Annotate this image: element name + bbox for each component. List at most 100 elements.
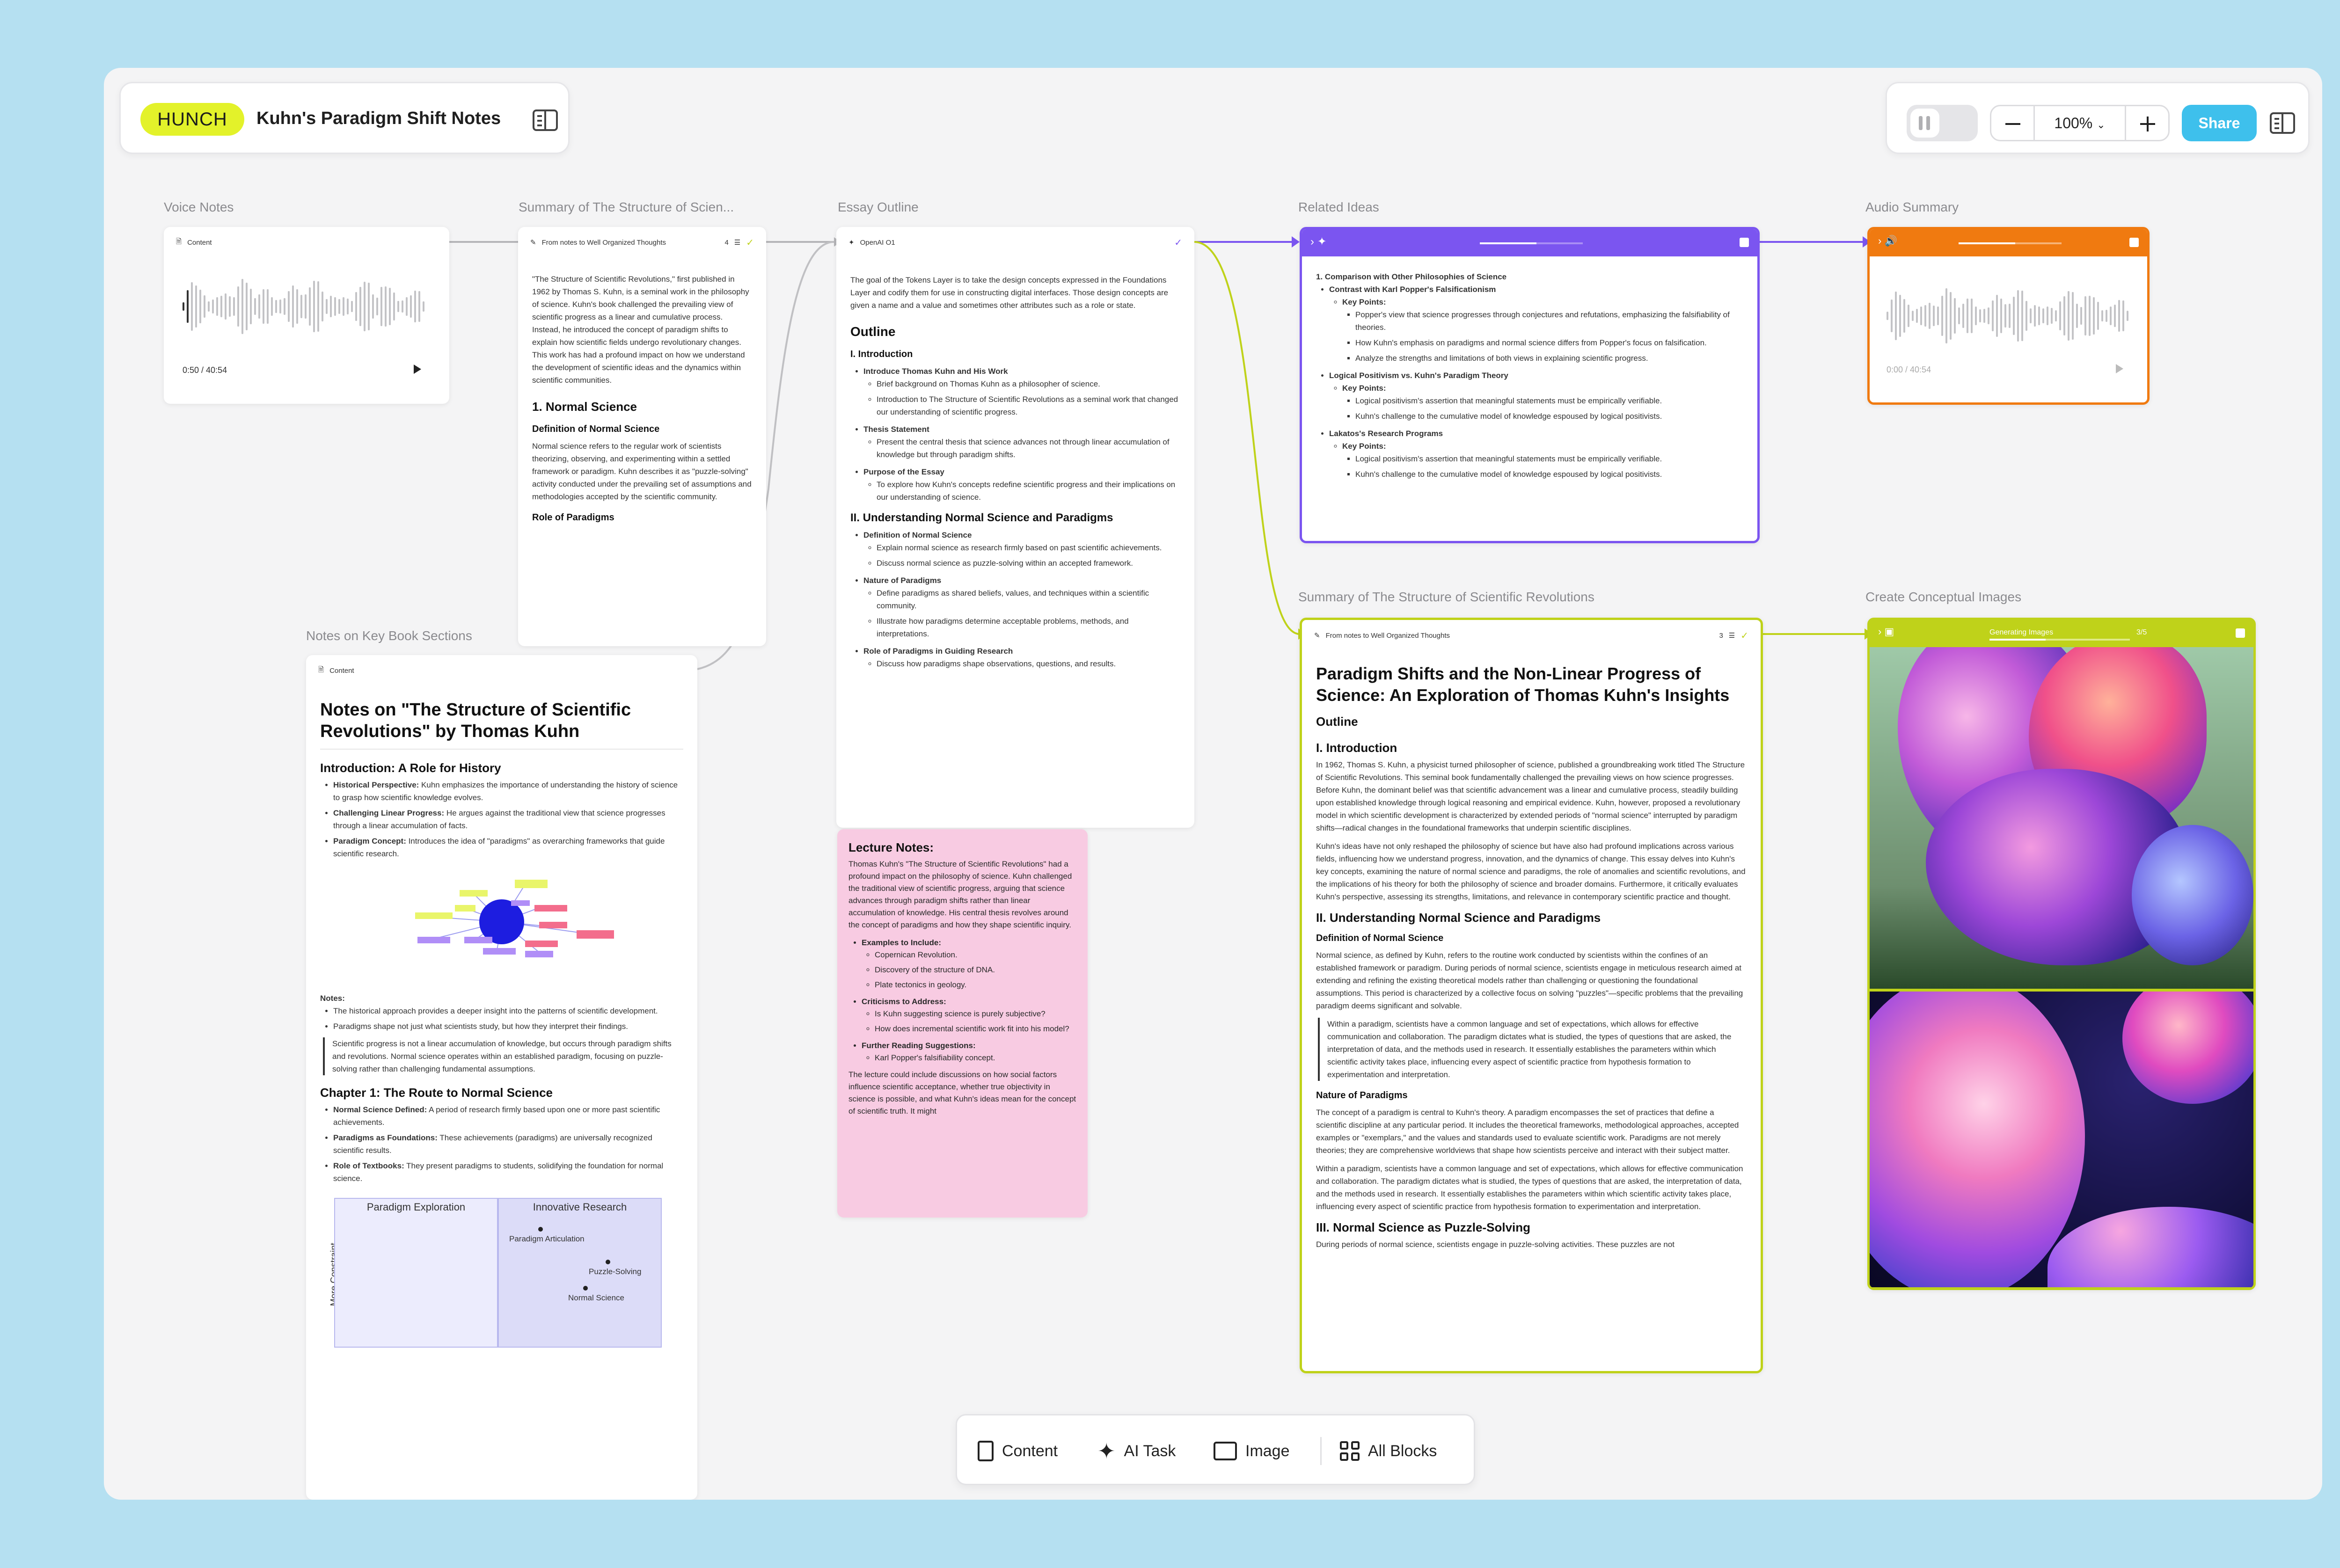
add-content-button[interactable]: Content <box>978 1436 1058 1466</box>
label-essay-outline: Essay Outline <box>838 200 919 214</box>
waveform[interactable] <box>1887 288 2128 343</box>
card-tag: Content <box>329 666 354 675</box>
waveform-bar <box>258 294 260 319</box>
card-tag: From notes to Well Organized Thoughts <box>541 238 666 247</box>
generated-image-1[interactable] <box>1870 647 2253 989</box>
play-icon[interactable] <box>2116 364 2123 373</box>
waveform-bar <box>1920 306 1922 325</box>
label-audio-summary: Audio Summary <box>1865 200 1959 214</box>
add-image-button[interactable]: Image <box>1214 1436 1290 1466</box>
waveform-bar <box>380 287 382 326</box>
waveform-bar <box>317 281 319 332</box>
quadrant-point-label: Normal Science <box>568 1293 624 1302</box>
waveform-bar <box>397 301 399 312</box>
conceptual-images-card[interactable]: › ▣ Generating Images 3/5 <box>1867 618 2256 1290</box>
waveform-bar <box>1908 305 1909 327</box>
canvas[interactable]: HUNCH Kuhn's Paradigm Shift Notes 100% ⌄… <box>104 68 2322 1500</box>
label-notes-key-sections: Notes on Key Book Sections <box>306 628 472 643</box>
waveform-bar <box>2004 304 2006 328</box>
add-image-label: Image <box>1245 1442 1290 1460</box>
waveform-bar <box>389 287 391 326</box>
waveform-bar <box>208 301 210 312</box>
progress-bar <box>1989 639 2130 641</box>
waveform-bar <box>423 301 424 312</box>
notes-card[interactable]: 🗎 Content Notes on "The Structure of Scie… <box>306 655 697 1500</box>
related-ideas-card[interactable]: › ✦ 1. Comparison with Other Philosophie… <box>1300 227 1760 543</box>
blockquote: Within a paradigm, scientists have a com… <box>1318 1018 1747 1081</box>
waveform-bar <box>2063 296 2065 336</box>
summary-card[interactable]: ✎ From notes to Well Organized Thoughts 4 ☰… <box>518 227 766 646</box>
waveform-bar <box>225 293 227 320</box>
stop-icon[interactable] <box>1740 238 1749 247</box>
all-blocks-label: All Blocks <box>1368 1442 1437 1460</box>
check-icon: ✓ <box>1740 630 1748 641</box>
list-icon: ☰ <box>1728 632 1735 640</box>
waveform-bar <box>237 286 239 327</box>
waveform-bar <box>229 296 231 317</box>
waveform-bar <box>305 294 307 319</box>
mind-map[interactable] <box>371 866 633 983</box>
waveform-bar <box>402 300 403 313</box>
summary-full-card[interactable]: ✎ From notes to Well Organized Thoughts 3 ☰… <box>1300 618 1763 1373</box>
waveform-bar <box>183 302 184 311</box>
waveform-bar <box>1967 298 1968 334</box>
waveform-bar <box>2101 310 2103 321</box>
waveform-bar <box>1929 302 1930 329</box>
waveform-bar <box>1954 298 1956 334</box>
grid-icon <box>1340 1441 1360 1461</box>
blockquote: Scientific progress is not a linear accu… <box>323 1037 683 1075</box>
generated-image-2[interactable] <box>1870 992 2253 1287</box>
waveform-bar <box>338 299 340 314</box>
magic-wand-icon: ✎ <box>530 239 536 247</box>
waveform-bar <box>385 286 387 327</box>
waveform-bar <box>1891 299 1893 332</box>
card-header: › 🔊 <box>1870 229 2147 256</box>
waveform-bar <box>1992 300 1994 332</box>
quadrant-title: Paradigm Exploration <box>366 1201 466 1213</box>
waveform-bar <box>191 282 193 331</box>
quadrant-point-label: Paradigm Articulation <box>509 1234 585 1243</box>
waveform-bar <box>1903 299 1905 333</box>
voice-notes-card[interactable]: 🗎 Content 0:50 / 40:54 <box>164 227 449 404</box>
lecture-notes-card[interactable]: Lecture Notes: Thomas Kuhn's "The Struct… <box>837 829 1088 1218</box>
waveform-bar <box>1941 295 1943 336</box>
all-blocks-button[interactable]: All Blocks <box>1340 1436 1437 1466</box>
waveform-bar <box>313 281 315 332</box>
block-dock: Content ✦ AI Task Image All Blocks <box>956 1414 1475 1485</box>
waveform-bar <box>246 283 248 330</box>
waveform-bar <box>1996 294 1998 337</box>
waveform-bar <box>216 297 218 316</box>
waveform-bar <box>2059 301 2061 331</box>
waveform-bar <box>296 289 298 324</box>
waveform-bar <box>250 289 252 324</box>
waveform-bar <box>288 291 290 322</box>
waveform-bar <box>1975 306 1977 326</box>
play-icon[interactable] <box>414 365 421 374</box>
playback-time: 0:00 / 40:54 <box>1887 365 1931 374</box>
sparkle-icon: › ✦ <box>1310 235 1327 248</box>
quadrant-point <box>538 1227 543 1232</box>
essay-title: Paradigm Shifts and the Non-Linear Progr… <box>1316 664 1730 705</box>
waveform-bar <box>1912 310 1914 321</box>
stop-icon[interactable] <box>2236 628 2245 638</box>
waveform-bar <box>376 297 378 316</box>
essay-outline-card[interactable]: ✦ OpenAI O1 ✓ The goal of the Tokens Layer… <box>836 227 1194 828</box>
waveform-bar <box>368 283 370 330</box>
waveform-bar <box>2110 306 2112 325</box>
document-icon: 🗎 <box>318 665 324 674</box>
waveform-bar <box>364 281 366 332</box>
label-summary-full: Summary of The Structure of Scientific R… <box>1298 590 1594 604</box>
quadrant-chart[interactable]: More Constraint Paradigm Exploration Inn… <box>320 1198 666 1348</box>
waveform-bar <box>330 295 332 318</box>
waveform-bar <box>2076 304 2078 328</box>
audio-summary-card[interactable]: › 🔊 0:00 / 40:54 <box>1867 227 2150 405</box>
waveform-bar <box>199 289 201 324</box>
waveform-bar <box>2118 300 2120 332</box>
add-ai-task-button[interactable]: ✦ AI Task <box>1097 1436 1176 1466</box>
waveform[interactable] <box>183 278 424 335</box>
card-tag: From notes to Well Organized Thoughts <box>1325 631 1450 640</box>
quadrant-point-label: Puzzle-Solving <box>589 1267 642 1276</box>
stop-icon[interactable] <box>2129 238 2139 247</box>
waveform-bar <box>279 299 281 314</box>
waveform-bar <box>2114 304 2116 328</box>
